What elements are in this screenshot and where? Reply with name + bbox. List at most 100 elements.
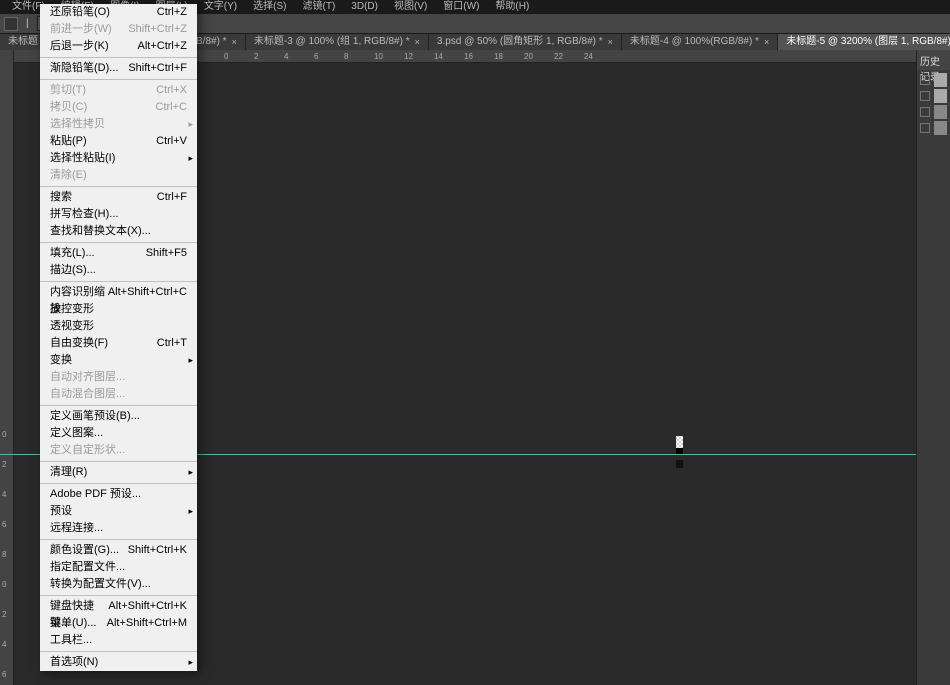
- checkbox-icon: [920, 107, 930, 117]
- panel-title[interactable]: 历史记录: [917, 50, 950, 70]
- menu-item[interactable]: 键盘快捷键...Alt+Shift+Ctrl+K: [40, 598, 197, 615]
- menu-item-label: 自动混合图层...: [50, 386, 125, 403]
- close-icon[interactable]: ×: [608, 34, 613, 50]
- ruler-label: 0: [224, 52, 228, 61]
- menu-item[interactable]: 帮助(H): [487, 0, 537, 14]
- menu-item[interactable]: 渐隐铅笔(D)...Shift+Ctrl+F: [40, 60, 197, 77]
- menu-item-label: 定义图案...: [50, 425, 103, 442]
- ruler-label: 2: [2, 610, 6, 619]
- menu-shortcut: Alt+Shift+Ctrl+M: [107, 615, 187, 632]
- menu-shortcut: Ctrl+T: [157, 335, 187, 352]
- close-icon[interactable]: ×: [232, 34, 237, 50]
- menu-item[interactable]: 填充(L)...Shift+F5: [40, 245, 197, 262]
- menu-item[interactable]: 远程连接...: [40, 520, 197, 537]
- menu-item-label: 选择性拷贝: [50, 116, 105, 133]
- menu-shortcut: Ctrl+C: [156, 99, 187, 116]
- document-tab[interactable]: 未标题-3 @ 100% (组 1, RGB/8#) *×: [246, 34, 429, 50]
- ruler-label: 14: [434, 52, 443, 61]
- menu-item-label: 预设: [50, 503, 72, 520]
- menu-item[interactable]: 3D(D): [343, 0, 386, 14]
- menu-item[interactable]: 窗口(W): [435, 0, 487, 14]
- menu-item[interactable]: 选择性粘贴(I): [40, 150, 197, 167]
- menu-item-label: 拷贝(C): [50, 99, 87, 116]
- menu-item[interactable]: 颜色设置(G)...Shift+Ctrl+K: [40, 542, 197, 559]
- menu-item[interactable]: 定义图案...: [40, 425, 197, 442]
- menu-item[interactable]: Adobe PDF 预设...: [40, 486, 197, 503]
- menu-item[interactable]: 指定配置文件...: [40, 559, 197, 576]
- menu-separator: [40, 405, 197, 406]
- tab-label: 未标题-5 @ 3200% (图层 1, RGB/8#) *: [786, 34, 950, 50]
- menu-item[interactable]: 透视变形: [40, 318, 197, 335]
- menu-item[interactable]: 粘贴(P)Ctrl+V: [40, 133, 197, 150]
- menu-item-label: 菜单(U)...: [50, 615, 96, 632]
- menu-shortcut: Alt+Ctrl+Z: [137, 38, 187, 55]
- menu-separator: [40, 242, 197, 243]
- edit-menu-dropdown[interactable]: 还原铅笔(O)Ctrl+Z前进一步(W)Shift+Ctrl+Z后退一步(K)A…: [40, 4, 197, 671]
- close-icon[interactable]: ×: [764, 34, 769, 50]
- menu-item[interactable]: 自由变换(F) Ctrl+T: [40, 335, 197, 352]
- menu-shortcut: Shift+F5: [146, 245, 187, 262]
- ruler-label: 4: [2, 490, 6, 499]
- menu-shortcut: Alt+Shift+Ctrl+K: [108, 598, 187, 615]
- menu-item[interactable]: 内容识别缩放Alt+Shift+Ctrl+C: [40, 284, 197, 301]
- menu-item-label: 变换: [50, 352, 72, 369]
- history-item[interactable]: [920, 73, 947, 87]
- close-icon[interactable]: ×: [415, 34, 420, 50]
- menu-item: 自动混合图层...: [40, 386, 197, 403]
- ruler-label: 20: [524, 52, 533, 61]
- menu-item[interactable]: 首选项(N): [40, 654, 197, 671]
- menu-item-label: 内容识别缩放: [50, 284, 108, 301]
- menu-item[interactable]: 文字(Y): [196, 0, 245, 14]
- menu-item-label: 定义自定形状...: [50, 442, 125, 459]
- menu-item-label: 自动对齐图层...: [50, 369, 125, 386]
- menu-item[interactable]: 后退一步(K)Alt+Ctrl+Z: [40, 38, 197, 55]
- menu-item[interactable]: 描边(S)...: [40, 262, 197, 279]
- menu-item-label: 搜索: [50, 189, 72, 206]
- history-panel[interactable]: 历史记录: [916, 50, 950, 685]
- tab-label: 未标题: [8, 34, 38, 50]
- menu-item[interactable]: 预设: [40, 503, 197, 520]
- pixel-selection: [676, 436, 683, 448]
- menu-item[interactable]: 定义画笔预设(B)...: [40, 408, 197, 425]
- checkbox-icon: [920, 123, 930, 133]
- menu-item[interactable]: 清理(R): [40, 464, 197, 481]
- menu-item[interactable]: 查找和替换文本(X)...: [40, 223, 197, 240]
- menu-item[interactable]: 变换: [40, 352, 197, 369]
- history-item[interactable]: [920, 89, 947, 103]
- menu-shortcut: Shift+Ctrl+K: [128, 542, 187, 559]
- menu-separator: [40, 57, 197, 58]
- document-tab[interactable]: 未标题-5 @ 3200% (图层 1, RGB/8#) *×: [778, 34, 950, 50]
- ruler-vertical: 024680246: [0, 50, 14, 685]
- menu-item[interactable]: 搜索Ctrl+F: [40, 189, 197, 206]
- menu-item[interactable]: 还原铅笔(O)Ctrl+Z: [40, 4, 197, 21]
- document-tab[interactable]: 3.psd @ 50% (圆角矩形 1, RGB/8#) *×: [429, 34, 622, 50]
- menu-separator: [40, 281, 197, 282]
- menu-item[interactable]: 滤镜(T): [295, 0, 344, 14]
- document-tab[interactable]: 未标题-4 @ 100%(RGB/8#) *×: [622, 34, 778, 50]
- menu-separator: [40, 651, 197, 652]
- menu-item-label: 指定配置文件...: [50, 559, 125, 576]
- menu-item[interactable]: 视图(V): [386, 0, 435, 14]
- menu-item-label: 前进一步(W): [50, 21, 112, 38]
- menu-item-label: 清除(E): [50, 167, 87, 184]
- menu-item[interactable]: 操控变形: [40, 301, 197, 318]
- menu-item[interactable]: 选择(S): [245, 0, 294, 14]
- history-item[interactable]: [920, 121, 947, 135]
- ruler-label: 12: [404, 52, 413, 61]
- menu-item-label: 自由变换(F): [50, 335, 108, 352]
- ruler-label: 6: [2, 520, 6, 529]
- menu-separator: [40, 539, 197, 540]
- menu-item[interactable]: 转换为配置文件(V)...: [40, 576, 197, 593]
- menu-item[interactable]: 工具栏...: [40, 632, 197, 649]
- menu-item[interactable]: 拼写检查(H)...: [40, 206, 197, 223]
- menu-item-label: 描边(S)...: [50, 262, 96, 279]
- ruler-label: 6: [2, 670, 6, 679]
- ruler-label: 4: [2, 640, 6, 649]
- menu-shortcut: Ctrl+X: [156, 82, 187, 99]
- ruler-label: 18: [494, 52, 503, 61]
- menu-separator: [40, 79, 197, 80]
- history-item[interactable]: [920, 105, 947, 119]
- ruler-label: 22: [554, 52, 563, 61]
- tool-preset-icon[interactable]: [4, 17, 18, 31]
- menu-item[interactable]: 菜单(U)... Alt+Shift+Ctrl+M: [40, 615, 197, 632]
